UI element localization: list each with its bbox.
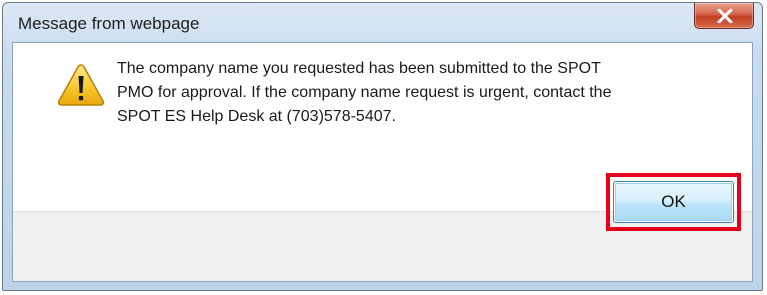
message-line: SPOT ES Help Desk at (703)578-5407. [117,108,396,125]
warning-icon [57,64,105,106]
message-line: PMO for approval. If the company name re… [117,84,612,101]
dialog-message: The company name you requested has been … [117,57,717,129]
message-dialog: Message from webpage The company name yo… [2,2,763,291]
dialog-title: Message from webpage [18,14,200,33]
close-button[interactable] [694,3,754,29]
dialog-titlebar[interactable]: Message from webpage [3,3,762,43]
message-line: The company name you requested has been … [117,60,601,77]
close-icon [717,9,733,23]
ok-button[interactable]: OK [613,181,734,223]
